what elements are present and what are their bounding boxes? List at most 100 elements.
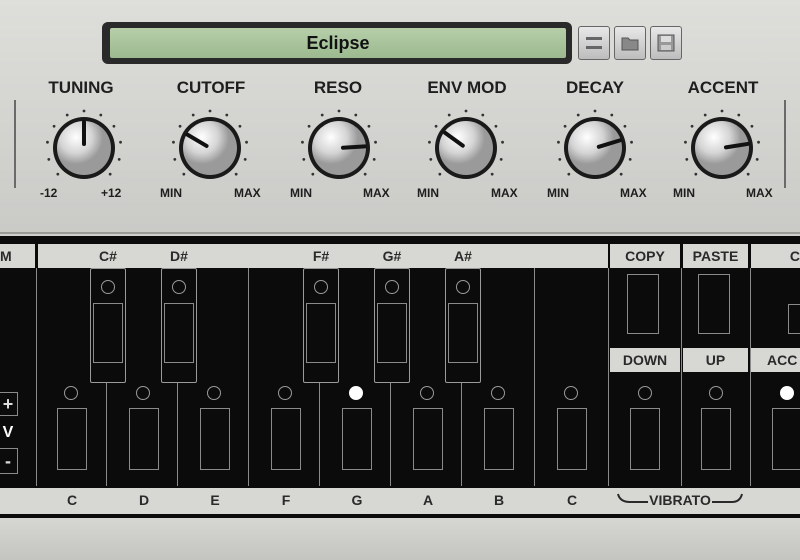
note-label-b: B	[493, 492, 505, 508]
accent-max-label: MAX	[746, 186, 773, 200]
knob-tick	[755, 158, 759, 161]
note-label-g: G	[351, 492, 363, 508]
led-a-sharp	[456, 280, 470, 294]
accent-knob[interactable]	[682, 108, 762, 188]
cutoff-max-label: MAX	[234, 186, 261, 200]
knob-tick	[737, 113, 741, 117]
sharp-label: G#	[372, 246, 412, 266]
knob-tick	[178, 124, 182, 128]
knob-cap	[439, 121, 493, 175]
knob-tick	[494, 124, 498, 128]
divider	[534, 268, 535, 486]
preset-step-button[interactable]	[578, 26, 610, 60]
knob-tick	[108, 172, 112, 176]
knob-graphic	[46, 109, 122, 179]
octave-label: V	[2, 424, 14, 441]
accent-button[interactable]	[772, 408, 800, 470]
knob-tick	[464, 109, 468, 113]
led-b	[491, 386, 505, 400]
sharp-label-text: F#	[312, 248, 330, 264]
knob-tick	[47, 158, 51, 161]
copy-label-text: COPY	[625, 248, 665, 264]
knob-tick	[499, 158, 503, 161]
up-button[interactable]	[701, 408, 731, 470]
sharp-label: D#	[159, 246, 199, 266]
knob-tick	[173, 158, 177, 161]
arrows-icon	[586, 37, 602, 49]
accent-step-label: ACC	[751, 348, 800, 372]
preset-name-display[interactable]: Eclipse	[110, 28, 566, 58]
led-accent	[780, 386, 794, 400]
note-label-f: F	[281, 492, 291, 508]
knob-tick	[182, 172, 186, 176]
key-e[interactable]	[200, 408, 230, 470]
knob-tick	[576, 113, 580, 117]
knob-tick	[112, 124, 116, 128]
save-icon	[657, 34, 675, 52]
led-g	[349, 386, 363, 400]
copy-label: COPY	[610, 244, 680, 268]
led-e	[207, 386, 221, 400]
down-button[interactable]	[630, 408, 660, 470]
knob-tick	[623, 124, 627, 128]
led-f	[278, 386, 292, 400]
reso-min-label: MIN	[290, 186, 312, 200]
slot-c-sharp	[93, 303, 123, 363]
key-d[interactable]	[129, 408, 159, 470]
knob-tick	[234, 172, 238, 176]
knob-tick	[337, 109, 341, 113]
key-f[interactable]	[271, 408, 301, 470]
reso-label: RESO	[313, 78, 363, 97]
knob-tick	[557, 140, 560, 144]
save-preset-button[interactable]	[650, 26, 682, 60]
up-label-text: UP	[705, 352, 726, 368]
knob-tick	[563, 124, 567, 128]
down-label: DOWN	[610, 348, 680, 372]
knob-tick	[703, 113, 707, 117]
key-c-high[interactable]	[557, 408, 587, 470]
panel-divider-left	[14, 100, 16, 188]
key-c[interactable]	[57, 408, 87, 470]
key-b[interactable]	[484, 408, 514, 470]
paste-button[interactable]	[698, 274, 730, 334]
divider	[248, 268, 249, 486]
octave-up-button[interactable]: +	[0, 392, 18, 416]
accent-label: ACCENT	[687, 78, 759, 97]
led-a	[420, 386, 434, 400]
key-g[interactable]	[342, 408, 372, 470]
knob-tick	[481, 113, 485, 117]
knob-tick	[593, 109, 597, 113]
knob-graphic	[557, 109, 633, 179]
led-d	[136, 386, 150, 400]
tuning-max-label: +12	[101, 186, 122, 200]
knob-tick	[567, 172, 571, 176]
decay-knob[interactable]	[555, 108, 635, 188]
decay-label: DECAY	[566, 78, 624, 97]
copy-button[interactable]	[627, 274, 659, 334]
open-preset-button[interactable]	[614, 26, 646, 60]
divider	[750, 268, 751, 486]
knob-tick	[172, 140, 175, 144]
octave-down-button[interactable]: -	[0, 448, 18, 474]
divider	[461, 383, 462, 486]
envmod-knob[interactable]	[426, 108, 506, 188]
cutoff-min-label: MIN	[160, 186, 182, 200]
sharp-label-text: D#	[170, 248, 188, 264]
clear-button[interactable]	[788, 304, 800, 334]
tuning-knob[interactable]	[44, 108, 124, 188]
knob-tick	[301, 140, 304, 144]
knob-tick	[610, 113, 614, 117]
reso-knob[interactable]	[299, 108, 379, 188]
slot-a-sharp	[448, 303, 478, 363]
minus-icon: -	[5, 450, 11, 471]
note-label-e: E	[210, 492, 220, 508]
note-label-c: C	[66, 492, 78, 508]
knob-tick	[558, 158, 562, 161]
cutoff-knob[interactable]	[170, 108, 250, 188]
key-a[interactable]	[413, 408, 443, 470]
sharp-label: A#	[443, 246, 483, 266]
tuning-min-label: -12	[40, 186, 58, 200]
plus-icon: +	[2, 393, 14, 414]
knob-tick	[694, 172, 698, 176]
left-strip-label: M	[0, 248, 12, 264]
